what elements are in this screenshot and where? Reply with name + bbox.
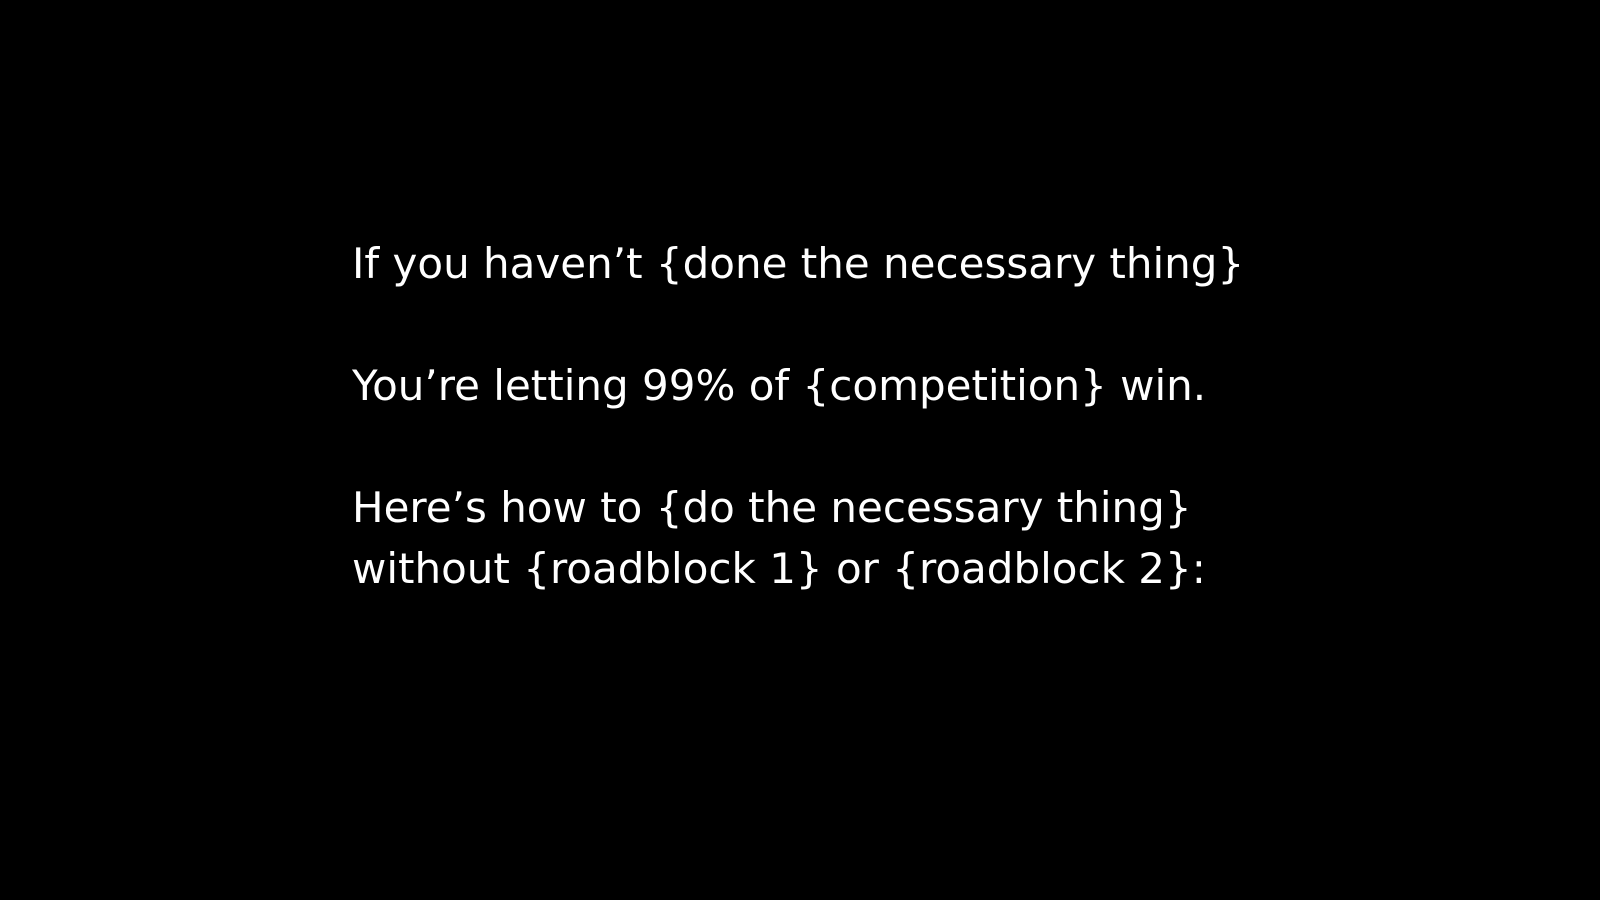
slide-text-block: If you haven’t {done the necessary thing… — [352, 233, 1244, 599]
text-line-4: without {roadblock 1} or {roadblock 2}: — [352, 544, 1206, 593]
text-line-3: Here’s how to {do the necessary thing} — [352, 483, 1192, 532]
text-line-1: If you haven’t {done the necessary thing… — [352, 239, 1245, 288]
text-line-2: You’re letting 99% of {competition} win. — [352, 361, 1207, 410]
slide-canvas: If you haven’t {done the necessary thing… — [0, 0, 1600, 900]
